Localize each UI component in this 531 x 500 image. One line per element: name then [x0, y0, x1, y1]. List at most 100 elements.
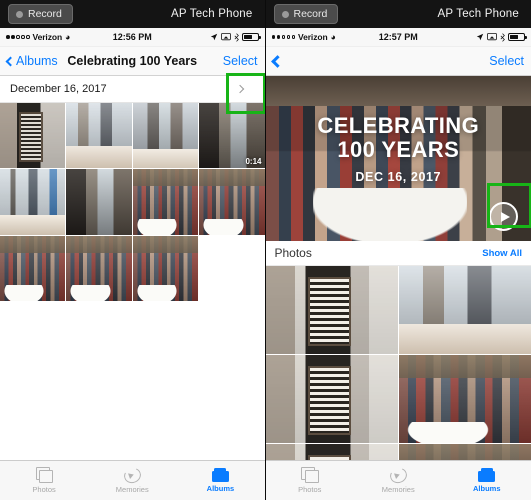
screen-mirroring-icon: [487, 33, 497, 41]
photo-grid-cell[interactable]: [132, 103, 199, 169]
photo-family-group-right: [132, 235, 199, 302]
status-bar-left: Verizon ◕: [6, 32, 70, 42]
photo-grid-cell[interactable]: [66, 235, 132, 302]
record-dot-icon: [281, 10, 289, 18]
bluetooth-icon: [234, 32, 239, 42]
photos-icon: [35, 467, 54, 483]
tab-label: Memories: [381, 484, 415, 494]
tab-photos[interactable]: Photos: [266, 467, 355, 494]
date-section-row[interactable]: December 16, 2017: [0, 76, 265, 103]
tab-label: Photos: [298, 485, 322, 494]
tab-label: Albums: [472, 484, 501, 493]
photo-man-standing-at-table: [66, 169, 132, 235]
record-button-label: Record: [28, 8, 62, 20]
record-button[interactable]: Record: [8, 4, 73, 24]
left-recorder-bar: Record AP Tech Phone: [0, 0, 265, 28]
status-bar-left: Verizon ◕: [271, 31, 336, 42]
show-all-button[interactable]: Show All: [482, 248, 522, 259]
right-phone-screen: Record AP Tech Phone Verizon ◕ 12:57 PM: [265, 0, 531, 500]
record-dot-icon: [16, 10, 23, 18]
photo-grid-cell[interactable]: [0, 103, 66, 169]
record-button-label: Record: [293, 8, 328, 20]
photo-sunlit-window-table: [0, 169, 66, 235]
left-status-bar: Verizon ◕ 12:56 PM: [0, 28, 265, 47]
tab-albums[interactable]: Albums: [443, 468, 531, 493]
play-icon: [500, 211, 510, 222]
back-button-label: Albums: [16, 54, 58, 68]
back-to-albums-button[interactable]: Albums: [5, 54, 58, 68]
memories-icon: [387, 465, 409, 485]
play-button[interactable]: [489, 202, 518, 231]
record-button[interactable]: Record: [273, 4, 339, 24]
wifi-icon: ◕: [65, 31, 71, 42]
screenshot-stage: Record AP Tech Phone Verizon ◕ 12:56 PM: [0, 0, 531, 500]
photos-section-header: Photos Show All: [265, 241, 531, 266]
photo-grid-cell[interactable]: [199, 169, 265, 235]
photo-grid-cell[interactable]: [0, 169, 66, 235]
bluetooth-icon: [500, 32, 505, 42]
right-nav-bar: Select: [265, 47, 531, 76]
photo-family-group-left: [0, 235, 66, 302]
carrier-label: Verizon: [32, 32, 63, 42]
select-button[interactable]: Select: [489, 54, 524, 68]
signal-strength-icon: [271, 35, 295, 39]
chevron-left-icon: [5, 56, 16, 66]
memory-photo-cell[interactable]: [398, 355, 531, 443]
right-status-bar: Verizon ◕ 12:57 PM: [265, 28, 531, 47]
date-label: December 16, 2017: [10, 83, 107, 95]
memory-photo-cell[interactable]: [265, 355, 398, 443]
photo-grid-cell[interactable]: [66, 103, 132, 169]
screen-mirroring-icon: [220, 33, 231, 41]
tab-label: Albums: [206, 484, 235, 493]
memory-photo-cell[interactable]: [265, 266, 398, 354]
select-button[interactable]: Select: [223, 54, 258, 68]
photo-grid: 0:14: [0, 103, 265, 302]
hero-title-line1: CELEBRATING: [317, 113, 480, 138]
location-arrow-icon: [210, 33, 217, 41]
photo-grid-cell[interactable]: [66, 169, 132, 235]
tab-albums[interactable]: Albums: [176, 468, 264, 493]
wifi-icon: ◕: [330, 31, 336, 42]
albums-icon: [478, 468, 496, 482]
photo-grid-cell[interactable]: 0:14: [199, 103, 265, 169]
photo-westerly-love-bug-poster: [0, 103, 66, 169]
photo-grid-cell[interactable]: [132, 169, 199, 235]
signal-strength-icon: [6, 35, 30, 39]
right-tab-bar: Photos Memories Albums: [265, 460, 531, 500]
status-bar-right: [210, 32, 261, 42]
albums-icon: [211, 468, 229, 482]
memory-hero[interactable]: CELEBRATING 100 YEARS DEC 16, 2017: [265, 76, 531, 241]
tab-memories[interactable]: Memories: [354, 465, 443, 494]
photo-table-setting-guests: [132, 103, 199, 169]
tab-memories[interactable]: Memories: [88, 465, 176, 494]
location-arrow-icon: [476, 33, 484, 41]
photo-guests-seated-windows: [398, 266, 531, 354]
photo-grid-cell[interactable]: [0, 235, 66, 302]
photo-poster-bright-room: [265, 355, 398, 443]
left-phone-screen: Record AP Tech Phone Verizon ◕ 12:56 PM: [0, 0, 266, 500]
photo-guests-at-table-window: [66, 103, 132, 169]
photos-icon: [300, 467, 319, 483]
left-tab-bar: Photos Memories Albums: [0, 460, 265, 500]
photo-grid-cell[interactable]: [132, 235, 199, 302]
device-title: AP Tech Phone: [437, 8, 519, 20]
tab-photos[interactable]: Photos: [0, 467, 88, 494]
tab-label: Memories: [115, 484, 149, 494]
device-title: AP Tech Phone: [171, 8, 253, 20]
status-bar-right: [476, 32, 527, 42]
photo-group-stone-wall: [199, 169, 265, 235]
carrier-label: Verizon: [298, 32, 328, 42]
battery-icon: [241, 33, 261, 41]
memory-photo-cell[interactable]: [398, 266, 531, 354]
memories-icon: [121, 465, 143, 485]
video-duration-badge: 0:14: [245, 157, 262, 167]
photo-westerly-poster-doorway: [265, 266, 398, 354]
right-recorder-bar: Record AP Tech Phone: [265, 0, 531, 28]
photo-group-around-cake-stone: [398, 355, 531, 443]
photo-family-group-center: [66, 235, 132, 302]
left-nav-bar: Albums Celebrating 100 Years Select: [0, 47, 265, 76]
hero-subtitle-date: DEC 16, 2017: [355, 169, 442, 184]
chevron-right-icon[interactable]: [235, 84, 244, 94]
back-button[interactable]: [270, 54, 284, 68]
section-title: Photos: [274, 246, 312, 260]
